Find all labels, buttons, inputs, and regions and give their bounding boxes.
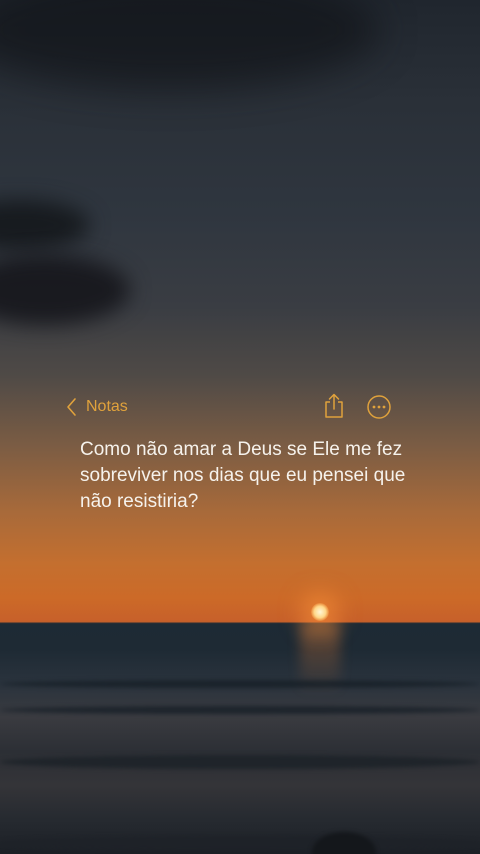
ellipsis-circle-icon	[366, 395, 392, 424]
background-photo: Notas Como não amar a Deus se Ele me fez…	[0, 0, 480, 854]
wave	[0, 836, 480, 850]
notes-header: Notas	[66, 392, 400, 422]
wave	[0, 755, 480, 769]
rock	[312, 832, 376, 854]
wave	[0, 706, 480, 714]
sun	[311, 603, 329, 621]
share-icon	[322, 393, 346, 423]
back-button[interactable]: Notas	[66, 392, 128, 422]
note-text[interactable]: Como não amar a Deus se Ele me fez sobre…	[80, 437, 420, 515]
cloud	[0, 255, 130, 325]
wave	[0, 680, 480, 688]
back-label: Notas	[86, 398, 128, 415]
more-options-button[interactable]	[366, 394, 392, 420]
cloud	[0, 0, 380, 90]
share-button[interactable]	[322, 393, 346, 419]
cloud	[0, 200, 90, 250]
chevron-left-icon	[66, 397, 78, 417]
